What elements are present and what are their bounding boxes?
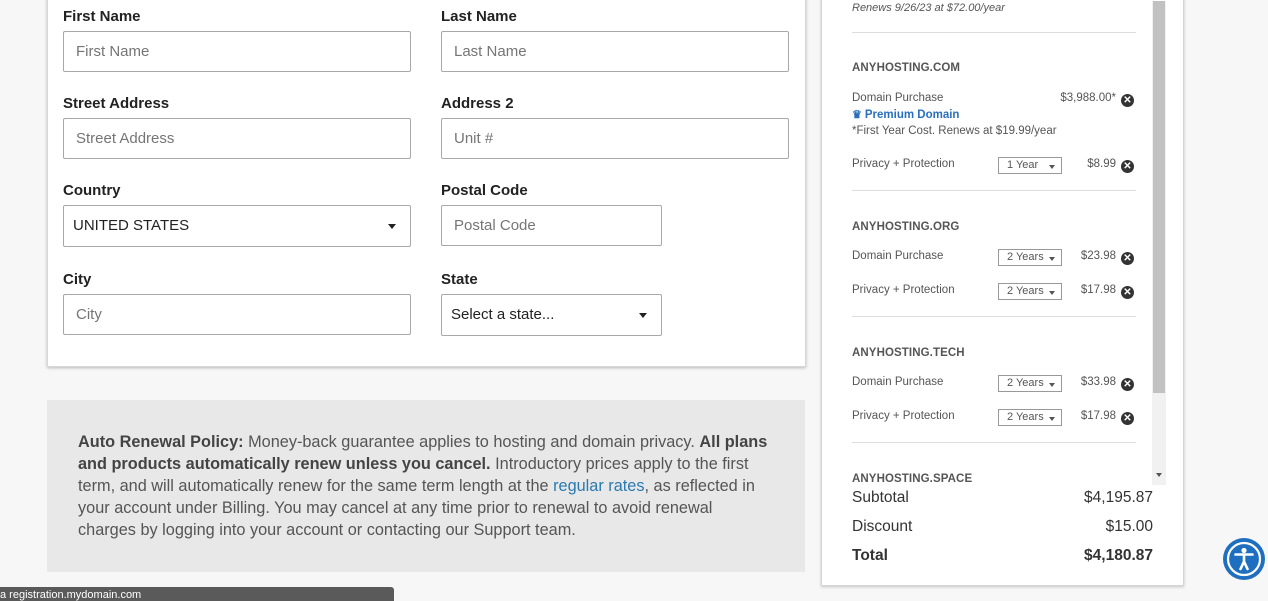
total-value: $4,180.87 xyxy=(1084,547,1153,564)
address2-input[interactable] xyxy=(441,118,789,159)
domain-purchase-label: Domain Purchase xyxy=(852,376,944,388)
last-name-label: Last Name xyxy=(441,8,517,25)
regular-rates-link[interactable]: regular rates xyxy=(553,477,644,495)
term-select[interactable]: 2 Years xyxy=(998,409,1062,426)
chevron-down-icon xyxy=(1049,291,1055,295)
domain-name: ANYHOSTING.COM xyxy=(852,62,961,74)
privacy-protection-price: $17.98 xyxy=(1080,410,1116,422)
state-label: State xyxy=(441,271,478,288)
street-address-input[interactable] xyxy=(63,118,411,159)
chevron-down-icon xyxy=(1049,417,1055,421)
privacy-protection-label: Privacy + Protection xyxy=(852,158,955,170)
renewal-note: Renews 9/26/23 at $72.00/year xyxy=(852,2,1005,14)
divider xyxy=(852,316,1136,317)
country-select[interactable]: UNITED STATES xyxy=(63,205,411,247)
term-select-value: 2 Years xyxy=(1007,377,1044,389)
chevron-down-icon xyxy=(1049,165,1055,169)
postal-code-input[interactable] xyxy=(441,205,662,246)
cart-scrollbar[interactable] xyxy=(1152,1,1166,485)
state-select-value: Select a state... xyxy=(451,306,555,323)
remove-circle-icon[interactable]: ✕ xyxy=(1121,94,1134,107)
scroll-down-arrow-icon[interactable] xyxy=(1156,473,1162,477)
premium-domain-label: Premium Domain xyxy=(864,109,960,121)
remove-circle-icon[interactable]: ✕ xyxy=(1121,252,1134,265)
billing-address-form: First Name Last Name Street Address Addr… xyxy=(47,0,806,367)
privacy-protection-label: Privacy + Protection xyxy=(852,284,955,296)
domain-purchase-label: Domain Purchase xyxy=(852,250,944,262)
city-input[interactable] xyxy=(63,294,411,335)
divider xyxy=(852,190,1136,191)
domain-purchase-label: Domain Purchase xyxy=(852,92,944,104)
first-name-input[interactable] xyxy=(63,31,411,72)
cart-items-list[interactable]: Renews 9/26/23 at $72.00/year ANYHOSTING… xyxy=(822,0,1152,485)
discount-label: Discount xyxy=(852,518,913,535)
order-summary: Renews 9/26/23 at $72.00/year ANYHOSTING… xyxy=(821,0,1184,586)
chevron-down-icon xyxy=(639,313,647,318)
privacy-protection-price: $8.99 xyxy=(1087,158,1116,170)
state-select[interactable]: Select a state... xyxy=(441,294,662,336)
domain-purchase-price: $33.98 xyxy=(1080,376,1116,388)
remove-circle-icon[interactable]: ✕ xyxy=(1121,160,1134,173)
term-select-value: 1 Year xyxy=(1007,159,1039,171)
chevron-down-icon xyxy=(1049,383,1055,387)
total-label: Total xyxy=(852,547,888,564)
chevron-down-icon xyxy=(1049,257,1055,261)
term-select[interactable]: 1 Year xyxy=(998,157,1062,174)
address2-label: Address 2 xyxy=(441,95,514,112)
domain-purchase-price: $23.98 xyxy=(1080,250,1116,262)
last-name-input[interactable] xyxy=(441,31,789,72)
policy-title: Auto Renewal Policy: xyxy=(78,433,244,451)
term-select-value: 2 Years xyxy=(1007,285,1044,297)
divider xyxy=(852,442,1136,443)
domain-purchase-price: $3,988.00* xyxy=(1060,92,1116,104)
chevron-down-icon xyxy=(388,224,396,229)
privacy-protection-price: $17.98 xyxy=(1080,284,1116,296)
policy-text: Money-back guarantee applies to hosting … xyxy=(243,433,700,451)
term-select[interactable]: 2 Years xyxy=(998,375,1062,392)
country-label: Country xyxy=(63,182,121,199)
term-select-value: 2 Years xyxy=(1007,411,1044,423)
privacy-protection-label: Privacy + Protection xyxy=(852,410,955,422)
domain-name: ANYHOSTING.TECH xyxy=(852,347,965,359)
term-select[interactable]: 2 Years xyxy=(998,249,1062,266)
term-select-value: 2 Years xyxy=(1007,251,1044,263)
country-select-value: UNITED STATES xyxy=(73,217,190,234)
crown-icon: ♛ xyxy=(852,109,862,121)
remove-circle-icon[interactable]: ✕ xyxy=(1121,378,1134,391)
accessibility-icon xyxy=(1226,541,1262,577)
term-select[interactable]: 2 Years xyxy=(998,283,1062,300)
premium-domain-badge: ♛ Premium Domain xyxy=(852,108,959,121)
discount-value: $15.00 xyxy=(1105,518,1153,535)
street-address-label: Street Address xyxy=(63,95,170,112)
city-label: City xyxy=(63,271,92,288)
domain-name: ANYHOSTING.ORG xyxy=(852,221,960,233)
first-year-note: *First Year Cost. Renews at $19.99/year xyxy=(852,125,1057,137)
remove-circle-icon[interactable]: ✕ xyxy=(1121,412,1134,425)
auto-renewal-policy: Auto Renewal Policy: Money-back guarante… xyxy=(47,400,805,572)
accessibility-button[interactable] xyxy=(1223,538,1265,580)
first-name-label: First Name xyxy=(63,8,141,25)
subtotal-value: $4,195.87 xyxy=(1084,489,1153,506)
scrollbar-thumb[interactable] xyxy=(1153,1,1165,393)
divider xyxy=(852,32,1136,33)
postal-code-label: Postal Code xyxy=(441,182,528,199)
remove-circle-icon[interactable]: ✕ xyxy=(1121,286,1134,299)
subtotal-label: Subtotal xyxy=(852,489,909,506)
domain-name: ANYHOSTING.SPACE xyxy=(852,473,973,485)
